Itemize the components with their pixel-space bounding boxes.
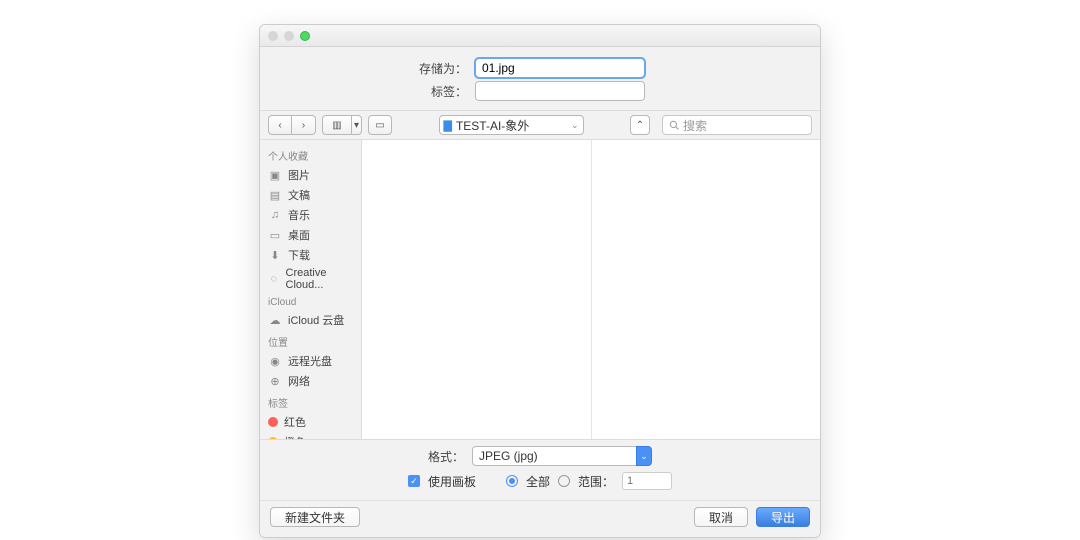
radio-range-label: 范围： (578, 473, 614, 490)
titlebar (260, 25, 820, 47)
sidebar-tag-red[interactable]: 红色 (260, 412, 361, 432)
sidebar-item-label: 远程光盘 (288, 353, 332, 369)
format-row: 格式： JPEG (jpg) ⌄ (260, 440, 820, 472)
sidebar-tag-orange[interactable]: 橙色 (260, 432, 361, 439)
export-button[interactable]: 导出 (756, 507, 810, 527)
sidebar-item-label: 网络 (288, 373, 310, 389)
sidebar-item-label: 红色 (284, 414, 306, 430)
columns-icon: ▥ (332, 120, 341, 131)
sidebar-item-network[interactable]: ⊕ 网络 (260, 371, 361, 391)
music-icon: ♫ (268, 209, 282, 221)
format-value: JPEG (jpg) (479, 449, 538, 463)
sidebar-header-tags: 标签 (260, 391, 361, 412)
radio-all[interactable] (506, 475, 518, 487)
save-as-input[interactable] (475, 58, 645, 78)
disc-icon: ◉ (268, 355, 282, 368)
sidebar-item-label: 图片 (288, 167, 310, 183)
zoom-icon[interactable] (300, 31, 310, 41)
sidebar-item-icloud-drive[interactable]: ☁ iCloud 云盘 (260, 310, 361, 330)
radio-all-label: 全部 (526, 473, 550, 490)
sidebar-item-music[interactable]: ♫ 音乐 (260, 205, 361, 225)
collapse-button[interactable]: ⌃ (630, 115, 650, 135)
sidebar-header-locations: 位置 (260, 330, 361, 351)
chevron-up-icon: ⌃ (636, 120, 644, 131)
desktop-icon: ▭ (268, 229, 282, 242)
select-caret-icon[interactable]: ⌄ (636, 446, 652, 466)
back-button[interactable]: ‹ (268, 115, 292, 135)
view-mode-group: ▥ ▾ (322, 115, 362, 135)
tag-dot-icon (268, 417, 278, 427)
tags-label: 标签： (307, 83, 467, 100)
browser-column (592, 140, 821, 439)
tag-dot-icon (268, 437, 278, 439)
sidebar-item-label: 桌面 (288, 227, 310, 243)
globe-icon: ⊕ (268, 375, 282, 388)
sidebar: 个人收藏 ▣ 图片 ▤ 文稿 ♫ 音乐 ▭ 桌面 ⬇ 下载 ◌ Creative Cloud… (260, 140, 362, 439)
chevron-right-icon: › (302, 120, 305, 131)
chevron-left-icon: ‹ (278, 120, 281, 131)
footer: 新建文件夹 取消 导出 (260, 500, 820, 537)
sidebar-item-remote-disc[interactable]: ◉ 远程光盘 (260, 351, 361, 371)
nav-buttons: ‹ › (268, 115, 316, 135)
sidebar-item-label: 音乐 (288, 207, 310, 223)
camera-icon: ▣ (268, 169, 282, 182)
search-placeholder: 搜索 (683, 117, 707, 134)
save-as-label: 存储为： (307, 60, 467, 77)
sidebar-item-downloads[interactable]: ⬇ 下载 (260, 245, 361, 265)
options-row: ✓ 使用画板 全部 范围： (260, 472, 820, 500)
format-label: 格式： (428, 448, 464, 465)
sidebar-item-label: 文稿 (288, 187, 310, 203)
sidebar-item-label: 下载 (288, 247, 310, 263)
document-icon: ▤ (268, 189, 282, 202)
folder-icon: ▇ (444, 119, 452, 132)
use-artboards-label: 使用画板 (428, 473, 476, 490)
view-mode-button[interactable]: ▥ (322, 115, 352, 135)
popup-caret-icon: ⌄ (571, 120, 579, 131)
format-select[interactable]: JPEG (jpg) (472, 446, 637, 466)
forward-button[interactable]: › (292, 115, 316, 135)
column-browser[interactable] (362, 140, 820, 439)
radio-range[interactable] (558, 475, 570, 487)
new-folder-button[interactable]: 新建文件夹 (270, 507, 360, 527)
use-artboards-checkbox[interactable]: ✓ (408, 475, 420, 487)
chevron-down-icon: ▾ (354, 120, 359, 131)
sidebar-header-icloud: iCloud (260, 293, 361, 310)
top-inputs: 存储为： 标签： (260, 47, 820, 110)
cloud-icon: ☁ (268, 314, 282, 327)
sidebar-item-label: 橙色 (284, 434, 306, 439)
range-input[interactable] (622, 472, 672, 490)
browser-toolbar: ‹ › ▥ ▾ ▭ ▇ TEST-AI-象外 ⌄ ⌃ 搜索 (260, 110, 820, 140)
browser-column (362, 140, 592, 439)
close-icon[interactable] (268, 31, 278, 41)
view-mode-dropdown[interactable]: ▾ (352, 115, 362, 135)
search-input[interactable]: 搜索 (662, 115, 812, 135)
minimize-icon[interactable] (284, 31, 294, 41)
save-dialog: 存储为： 标签： ‹ › ▥ ▾ ▭ (259, 24, 821, 538)
folder-popup[interactable]: ▇ TEST-AI-象外 ⌄ (439, 115, 584, 135)
sidebar-item-creative-cloud[interactable]: ◌ Creative Cloud... (260, 265, 361, 293)
sidebar-item-label: iCloud 云盘 (288, 312, 344, 328)
sidebar-header-favorites: 个人收藏 (260, 144, 361, 165)
folder-icon: ▭ (375, 120, 384, 131)
browser-body: 个人收藏 ▣ 图片 ▤ 文稿 ♫ 音乐 ▭ 桌面 ⬇ 下载 ◌ Creative Cloud… (260, 140, 820, 440)
download-icon: ⬇ (268, 249, 282, 262)
folder-name: TEST-AI-象外 (456, 117, 529, 134)
sidebar-item-label: Creative Cloud... (286, 267, 353, 291)
sidebar-item-documents[interactable]: ▤ 文稿 (260, 185, 361, 205)
cloud-icon: ◌ (268, 273, 280, 285)
tags-input[interactable] (475, 81, 645, 101)
arrange-button[interactable]: ▭ (368, 115, 392, 135)
sidebar-item-desktop[interactable]: ▭ 桌面 (260, 225, 361, 245)
cancel-button[interactable]: 取消 (694, 507, 748, 527)
sidebar-item-pictures[interactable]: ▣ 图片 (260, 165, 361, 185)
search-icon (669, 120, 679, 130)
